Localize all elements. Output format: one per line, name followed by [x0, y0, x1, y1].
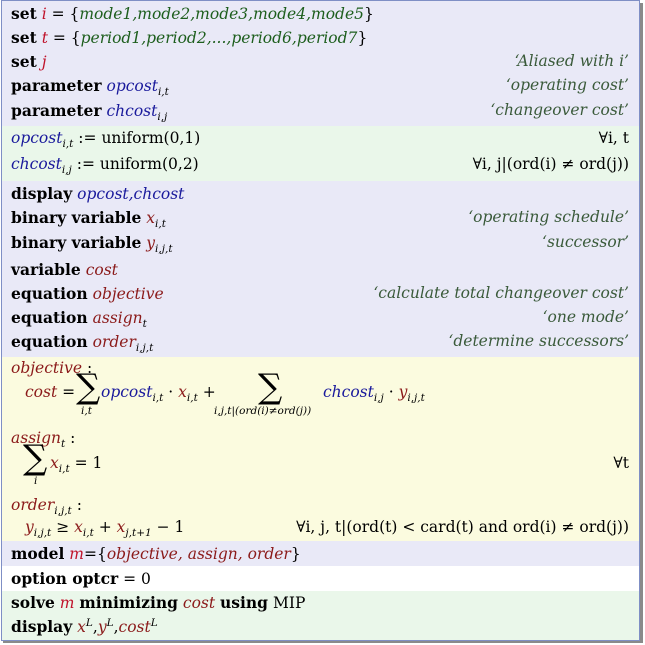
param-chcost-comment: ‘changeover cost’	[490, 101, 629, 119]
display-params-items: opcost,chcost	[77, 185, 185, 203]
objective-lhs: cost =	[25, 383, 76, 401]
objective-sum1-index: i,t	[81, 405, 92, 417]
model-block: model m={objective, assign, order}	[2, 541, 639, 566]
order-def-label: orderi,j,t :	[11, 496, 82, 517]
objective-term1: opcosti,t · xi,t +	[101, 383, 216, 404]
assign-body: xi,t = 1	[50, 454, 103, 475]
declarations-block: set i = {mode1,mode2,mode3,mode4,mode5} …	[2, 1, 639, 126]
eq-objective-line: equation objective	[11, 284, 164, 303]
opcost-domain: ∀i, t	[598, 129, 629, 147]
param-opcost-name: opcost	[106, 77, 158, 95]
objective-sum2-index: i,j,t|(ord(i)≠ord(j))	[214, 405, 312, 417]
frame-shadow-right	[640, 3, 643, 643]
set-j-name: j	[41, 53, 47, 71]
eq-assign-comment: ‘one mode’	[542, 308, 629, 326]
set-t-elements: period1,period2,...,period6,period7	[80, 29, 358, 47]
param-chcost-name: chcost	[106, 102, 158, 120]
equation-definitions-block: objective : cost = ∑ i,t opcosti,t · xi,…	[2, 357, 639, 541]
option-block: option optcr = 0	[2, 566, 639, 591]
display-results-line: display xL,yL,costL	[11, 617, 158, 636]
objective-term2: chcosti,j · yi,j,t	[323, 383, 425, 404]
var-x-comment: ‘operating schedule’	[468, 208, 629, 226]
sum-icon: ∑	[258, 367, 283, 407]
option-line: option optcr = 0	[11, 569, 151, 588]
model-listing: set i = {mode1,mode2,mode3,mode4,mode5} …	[1, 0, 640, 641]
var-x-line: binary variable xi,t	[11, 208, 166, 230]
set-j-line: set j	[11, 52, 47, 71]
eq-objective-comment: ‘calculate total changeover cost’	[373, 284, 629, 302]
assign-domain: ∀t	[613, 454, 629, 472]
var-y-comment: ‘successor’	[542, 233, 629, 251]
order-body: yi,j,t ≥ xi,t + xj,t+1 − 1	[25, 518, 185, 539]
var-y-line: binary variable yi,j,t	[11, 233, 173, 255]
sum-icon: ∑	[76, 367, 101, 407]
opcost-assignment: opcosti,t := uniform(0,1)	[11, 129, 201, 150]
param-opcost-comment: ‘operating cost’	[505, 76, 629, 94]
set-i-elements: mode1,mode2,mode3,mode4,mode5	[79, 5, 364, 23]
solve-block: solve m minimizing cost using MIP displa…	[2, 591, 639, 640]
display-params-line: display opcost,chcost	[11, 184, 185, 203]
set-t-name: t	[41, 29, 48, 47]
assign-sum-index: i	[34, 475, 38, 487]
var-cost-line: variable cost	[11, 260, 118, 279]
chcost-assignment: chcosti,j := uniform(0,2)	[11, 155, 199, 176]
set-t-line: set t = {period1,period2,...,period6,per…	[11, 28, 368, 47]
eq-order-comment: ‘determine successors’	[448, 332, 629, 350]
param-opcost-line: parameter opcosti,t	[11, 76, 169, 98]
set-i-line: set i = {mode1,mode2,mode3,mode4,mode5}	[11, 4, 374, 23]
sum-icon: ∑	[23, 438, 48, 478]
param-chcost-line: parameter chcosti,j	[11, 101, 168, 123]
set-j-comment: ‘Aliased with i’	[514, 52, 629, 70]
keyword-set: set	[11, 4, 37, 23]
model-line: model m={objective, assign, order}	[11, 544, 301, 563]
eq-order-line: equation orderi,j,t	[11, 332, 154, 354]
eq-assign-line: equation assignt	[11, 308, 147, 330]
variables-equations-block: display opcost,chcost binary variable xi…	[2, 181, 639, 357]
assignments-block: opcosti,t := uniform(0,1) ∀i, t chcosti,…	[2, 126, 639, 181]
set-i-name: i	[41, 5, 47, 23]
order-domain: ∀i, j, t|(ord(t) < card(t) and ord(i) ≠ …	[296, 518, 629, 536]
chcost-domain: ∀i, j|(ord(i) ≠ ord(j))	[472, 155, 629, 173]
solve-line: solve m minimizing cost using MIP	[11, 593, 306, 612]
